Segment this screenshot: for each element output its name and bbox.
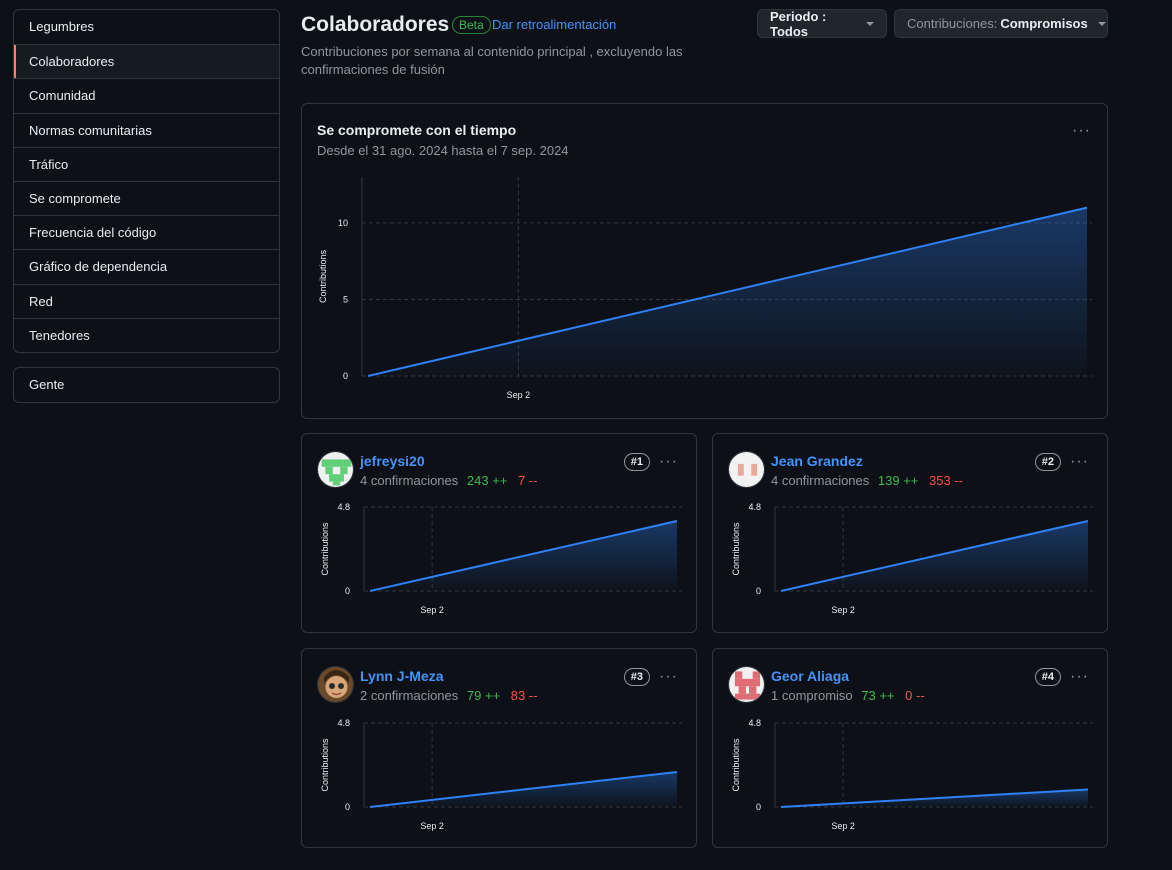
sidebar-item-colaboradores[interactable]: Colaboradores xyxy=(14,44,279,79)
sidebar-item-tenedores[interactable]: Tenedores xyxy=(14,317,279,352)
y-axis-label: Contributions xyxy=(320,738,330,792)
chevron-down-icon xyxy=(1097,21,1106,26)
period-label: Periodo : Todos xyxy=(770,8,827,39)
y-axis-label: Contributions xyxy=(731,522,741,576)
sidebar-item-normas-comunitarias[interactable]: Normas comunitarias xyxy=(14,112,279,147)
contributor-chart: 0 4.8 Sep 2 Contributions xyxy=(320,718,682,831)
x-tick-label: Sep 2 xyxy=(420,605,444,615)
sidebar-item-grafico-dependencia[interactable]: Gráfico de dependencia xyxy=(14,249,279,283)
sidebar-item-gente[interactable]: Gente xyxy=(14,368,279,402)
contributor-card: Jean Grandez 4 confirmaciones 139 ++ 353… xyxy=(712,433,1108,633)
contributor-chart: 0 4.8 Sep 2 Contributions xyxy=(731,718,1093,831)
x-tick-label: Sep 2 xyxy=(831,605,855,615)
sidebar-item-red[interactable]: Red xyxy=(14,283,279,318)
y-tick-label: 0 xyxy=(756,586,761,596)
y-tick-label: 4.8 xyxy=(337,718,350,728)
beta-badge: Beta xyxy=(452,16,491,34)
sidebar-item-trafico[interactable]: Tráfico xyxy=(14,146,279,181)
y-tick-label: 4.8 xyxy=(748,718,761,728)
y-tick-label: 0 xyxy=(756,802,761,812)
sidebar-item-comunidad[interactable]: Comunidad xyxy=(14,78,279,112)
sidebar-nav: Legumbres Colaboradores Comunidad Normas… xyxy=(13,9,280,353)
y-axis-label: Contributions xyxy=(731,738,741,792)
y-tick-label: 0 xyxy=(345,586,350,596)
sidebar-people: Gente xyxy=(13,367,280,404)
y-axis-label: Contributions xyxy=(318,249,328,303)
page-title: Colaboradores xyxy=(301,13,450,36)
x-tick-label: Sep 2 xyxy=(507,390,531,400)
x-tick-label: Sep 2 xyxy=(831,821,855,831)
chevron-down-icon xyxy=(866,21,874,26)
contributions-prefix: Contribuciones: xyxy=(907,16,998,31)
y-tick-label: 5 xyxy=(343,294,348,304)
feedback-link[interactable]: Dar retroalimentación xyxy=(492,17,616,32)
x-tick-label: Sep 2 xyxy=(420,821,444,831)
sidebar-item-legumbres[interactable]: Legumbres xyxy=(14,10,279,44)
period-dropdown-button[interactable]: Periodo : Todos xyxy=(757,8,887,39)
y-tick-label: 4.8 xyxy=(337,502,350,512)
y-tick-label: 4.8 xyxy=(748,502,761,512)
contributor-card: jefreysi20 4 confirmaciones 243 ++ 7 -- … xyxy=(301,433,697,633)
sidebar-item-frecuencia-codigo[interactable]: Frecuencia del código xyxy=(14,215,279,249)
contributions-value: Compromisos xyxy=(1000,16,1088,31)
commits-over-time-card: Se compromete con el tiempo Desde el 31 … xyxy=(301,103,1108,419)
y-tick-label: 10 xyxy=(338,218,348,228)
y-tick-label: 0 xyxy=(343,371,348,381)
y-tick-label: 0 xyxy=(345,802,350,812)
contributor-card: Lynn J-Meza 2 confirmaciones 79 ++ 83 --… xyxy=(301,648,697,848)
contributor-card: Geor Aliaga 1 compromiso 73 ++ 0 -- #4 ·… xyxy=(712,648,1108,848)
contributor-chart: 0 4.8 Sep 2 Contributions xyxy=(320,502,682,615)
contributor-chart: 0 4.8 Sep 2 Contributions xyxy=(731,502,1093,615)
sidebar-item-se-compromete[interactable]: Se compromete xyxy=(14,180,279,215)
contributions-dropdown-button[interactable]: Contribuciones: Compromisos xyxy=(894,9,1108,38)
page-subtitle: Contribuciones por semana al contenido p… xyxy=(301,44,683,77)
y-axis-label: Contributions xyxy=(320,522,330,576)
commits-chart: 0 5 10 Sep 2 Contributions xyxy=(318,177,1092,400)
